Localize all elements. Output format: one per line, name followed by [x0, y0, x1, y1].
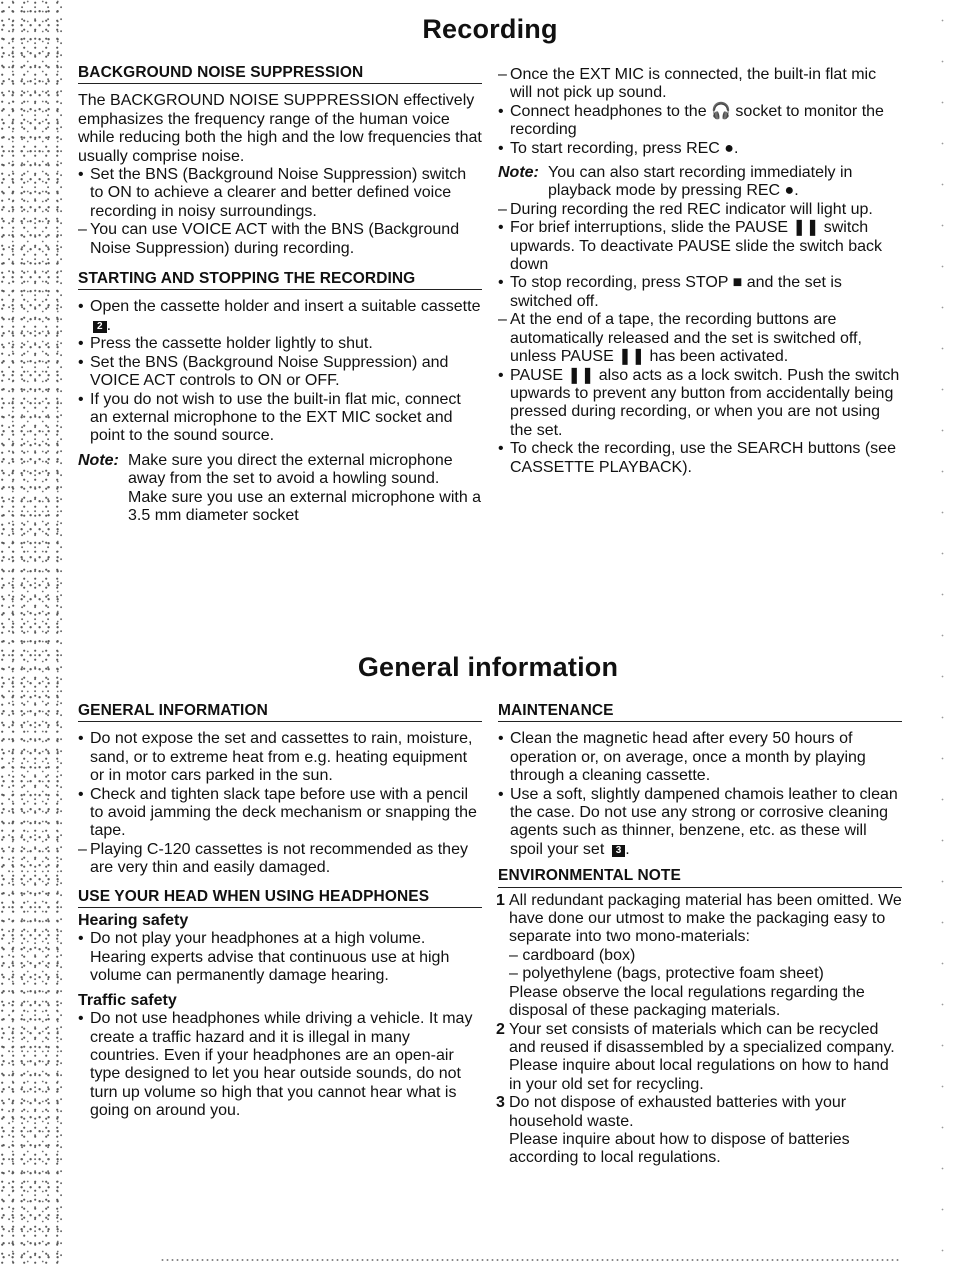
note-label: Note: [498, 164, 539, 182]
list-item: • To start recording, press REC ●. [498, 139, 739, 157]
figure-ref-badge: 3 [611, 844, 626, 857]
list-item: – Playing C-120 cassettes is not recomme… [78, 840, 468, 877]
list-item: • If you do not wish to use the built-in… [78, 390, 461, 445]
bns-heading: BACKGROUND NOISE SUPPRESSION [78, 64, 482, 85]
hearing-safety-subheading: Hearing safety [78, 912, 189, 930]
list-item: • Press the cassette holder lightly to s… [78, 335, 373, 353]
list-item: • To check the recording, use the SEARCH… [498, 440, 896, 476]
note-block: Note: Make sure you direct the external … [78, 451, 482, 524]
list-item: – During recording the red REC indicator… [498, 200, 873, 218]
scan-noise-bottom-edge [160, 1258, 900, 1262]
recording-left-column: BACKGROUND NOISE SUPPRESSION The BACKGRO… [78, 64, 482, 525]
recording-title: Recording [422, 14, 558, 44]
list-item: • Do not expose the set and cassettes to… [78, 730, 473, 785]
environmental-heading: ENVIRONMENTAL NOTE [498, 867, 902, 888]
general-info-heading: GENERAL INFORMATION [78, 702, 482, 723]
general-information-title: General information [357, 652, 619, 682]
note-block: Note: You can also start recording immed… [498, 164, 853, 200]
list-item: • Do not play your headphones at a high … [78, 930, 450, 985]
recording-right-column: – Once the EXT MIC is connected, the bui… [498, 66, 902, 477]
item-number: 1 [496, 891, 505, 909]
list-item: • Check and tighten slack tape before us… [78, 785, 477, 840]
maintenance-heading: MAINTENANCE [498, 702, 902, 723]
list-item: • Do not use headphones while driving a … [78, 1010, 473, 1120]
scan-noise-right-edge [934, 0, 954, 1265]
list-item: • To stop recording, press STOP ■ and th… [498, 274, 842, 310]
general-left-column: GENERAL INFORMATION • Do not expose the … [78, 702, 482, 1121]
note-label: Note: [78, 451, 119, 469]
list-item: • PAUSE ❚❚ also acts as a lock switch. P… [498, 366, 900, 439]
item-number: 3 [496, 1094, 505, 1112]
scan-noise-left-edge [0, 0, 62, 1265]
list-item: • Clean the magnetic head after every 50… [498, 730, 866, 785]
headphones-heading: USE YOUR HEAD WHEN USING HEADPHONES [78, 888, 482, 909]
list-item: • Set the BNS (Background Noise Suppress… [78, 166, 467, 220]
list-item: – At the end of a tape, the recording bu… [498, 311, 862, 366]
dash-marker: – [78, 221, 87, 239]
numbered-item: 3 Do not dispose of exhausted batteries … [496, 1094, 850, 1167]
list-item: • For brief interruptions, slide the PAU… [498, 219, 883, 274]
general-right-column: MAINTENANCE • Clean the magnetic head af… [496, 702, 902, 1168]
numbered-item: 1 All redundant packaging material has b… [496, 891, 902, 1020]
list-item: – Once the EXT MIC is connected, the bui… [498, 66, 877, 102]
start-stop-heading: STARTING AND STOPPING THE RECORDING [78, 270, 482, 291]
numbered-item: 2 Your set consists of materials which c… [496, 1020, 895, 1093]
list-item: – You can use VOICE ACT with the BNS (Ba… [78, 221, 460, 257]
figure-ref-badge: 2 [93, 320, 107, 333]
list-item: • Connect headphones to the 🎧 socket to … [498, 102, 884, 139]
list-item: • Use a soft, slightly dampened chamois … [498, 785, 898, 858]
list-item: • Open the cassette holder and insert a … [78, 298, 481, 334]
traffic-safety-subheading: Traffic safety [78, 991, 177, 1009]
bullet-marker: • [78, 166, 84, 184]
list-item: • Set the BNS (Background Noise Suppress… [78, 353, 449, 390]
item-number: 2 [496, 1020, 505, 1038]
bns-intro: The BACKGROUND NOISE SUPPRESSION effecti… [78, 92, 482, 165]
